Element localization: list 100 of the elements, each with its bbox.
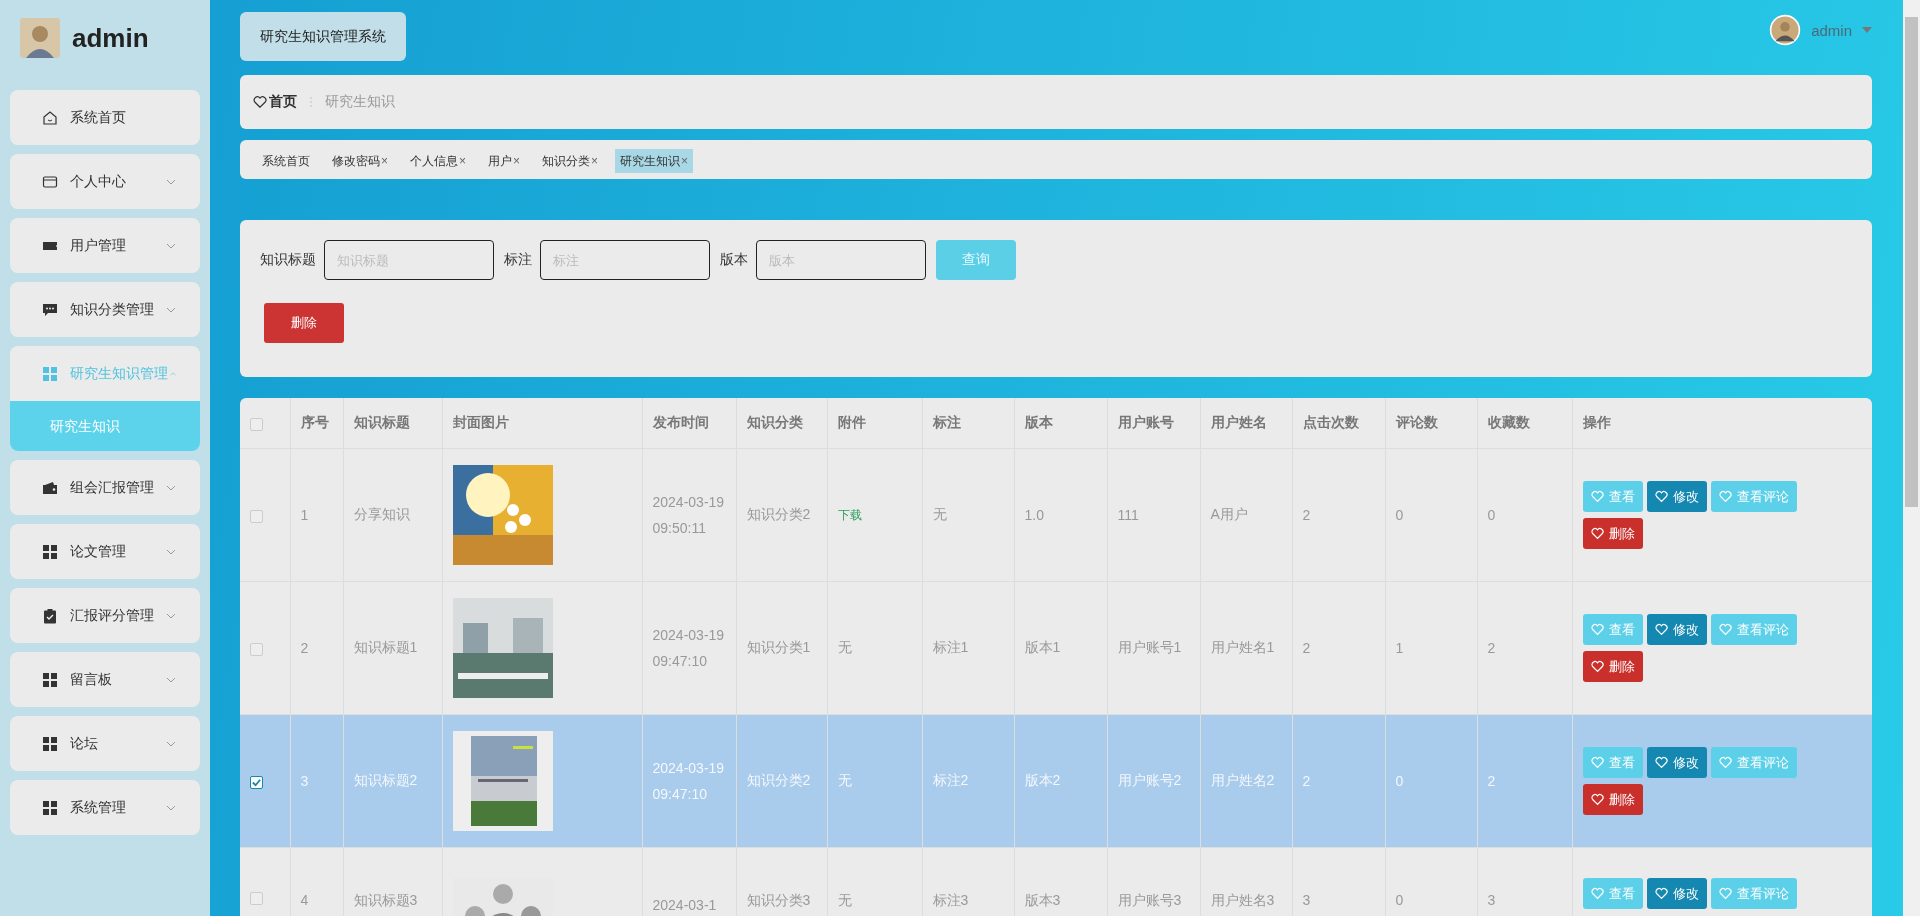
table-cell: 1.0 — [1024, 507, 1044, 523]
column-header: 序号 — [300, 414, 329, 430]
close-icon[interactable]: × — [459, 154, 467, 168]
sidebar-item[interactable]: 系统管理 — [10, 780, 200, 835]
table-cell: 111 — [1117, 507, 1139, 523]
sidebar-item[interactable]: 用户管理 — [10, 218, 200, 273]
checkbox[interactable] — [250, 642, 263, 656]
table-cell: 2 — [1302, 773, 1311, 789]
table-cell: 用户姓名2 — [1210, 772, 1275, 788]
column-header: 点击次数 — [1302, 414, 1359, 430]
grid-icon — [42, 735, 58, 752]
checkbox[interactable] — [250, 509, 263, 523]
checkbox[interactable] — [250, 892, 263, 905]
checkbox[interactable] — [250, 775, 263, 789]
sidebar-item[interactable]: 知识分类管理 — [10, 282, 200, 337]
close-icon[interactable]: × — [681, 154, 689, 168]
table-cell: 2 — [1302, 507, 1311, 523]
heart-icon — [1654, 623, 1668, 636]
table-cell: 分享知识 — [353, 506, 410, 522]
delete-button[interactable]: 删除 — [1582, 784, 1643, 815]
wallet-icon — [42, 479, 58, 496]
close-icon[interactable]: × — [591, 154, 599, 168]
table-cell: 2 — [1487, 640, 1496, 656]
table-cell: 知识标题2 — [353, 772, 418, 788]
table-cell-text: 标注3 — [932, 891, 969, 910]
column-header: 用户姓名 — [1210, 414, 1267, 430]
scrollbar[interactable] — [1903, 0, 1920, 916]
table-cell-text: 2024-03-19 09:47:10 — [652, 759, 725, 804]
heart-icon — [1654, 887, 1668, 900]
grid-icon — [42, 671, 58, 688]
checkbox[interactable] — [250, 417, 263, 431]
table-cell: 知识分类2 — [746, 772, 811, 788]
edit-button[interactable]: 修改 — [1646, 614, 1707, 645]
table-cell-text: 无 — [837, 891, 852, 910]
chevron-down-icon — [166, 676, 176, 683]
chevron-down-icon — [166, 804, 176, 811]
tab[interactable]: 研究生知识× — [615, 149, 694, 173]
tab[interactable]: 用户× — [483, 149, 526, 173]
table-cell-text: 2024-03-19 09:47:10 — [652, 626, 725, 671]
user-menu[interactable]: admin — [1811, 21, 1852, 39]
sidebar-item[interactable]: 系统首页 — [10, 90, 200, 145]
delete-button[interactable]: 删除 — [1582, 651, 1643, 682]
table-cell: 2 — [300, 640, 309, 656]
chevron-down-icon — [166, 548, 176, 555]
heart-icon — [1590, 527, 1604, 540]
delete-button[interactable]: 删除 — [1582, 518, 1643, 549]
tab[interactable]: 修改密码× — [327, 149, 393, 173]
delete-button[interactable]: 删除 — [264, 303, 344, 343]
column-header: 附件 — [837, 414, 866, 430]
table-cell: A用户 — [1210, 506, 1248, 522]
heart-icon — [1718, 756, 1732, 769]
column-header: 评论数 — [1395, 414, 1438, 430]
heart-icon — [1590, 793, 1604, 806]
tab[interactable]: 知识分类× — [537, 149, 604, 173]
chevron-down-icon — [166, 242, 176, 249]
table-cell-text: 用户姓名3 — [1210, 891, 1275, 910]
sidebar-item[interactable]: 个人中心 — [10, 154, 200, 209]
edit-button[interactable]: 修改 — [1646, 747, 1707, 778]
close-icon[interactable]: × — [381, 154, 388, 168]
table-cell: 知识分类2 — [746, 506, 811, 522]
card-icon — [42, 173, 58, 190]
heart-icon — [1654, 490, 1668, 503]
table-cell: 版本2 — [1024, 772, 1061, 788]
username: admin — [72, 22, 149, 54]
sidebar-item[interactable]: 组会汇报管理 — [10, 460, 200, 515]
column-header: 标注 — [932, 414, 961, 430]
chevron-down-icon — [166, 484, 176, 491]
tab[interactable]: 个人信息× — [405, 149, 472, 173]
table-cell: 无 — [837, 772, 852, 788]
table-cell: 版本1 — [1024, 639, 1061, 655]
sidebar-item[interactable]: 论坛 — [10, 716, 200, 771]
sidebar-item[interactable]: 留言板 — [10, 652, 200, 707]
table-cell: 无 — [837, 639, 852, 655]
breadcrumb-link[interactable]: 首页 — [269, 93, 297, 111]
download-link[interactable]: 下载 — [837, 508, 862, 522]
table-cell: 2 — [1302, 640, 1311, 656]
chevron-down-icon — [166, 306, 176, 313]
heart-icon — [1654, 756, 1668, 769]
tab[interactable]: 系统首页 — [257, 149, 315, 173]
sidebar-item[interactable]: 汇报评分管理 — [10, 588, 200, 643]
table-cell: 3 — [300, 773, 309, 789]
table-cell-text: 3 — [1302, 891, 1311, 908]
breadcrumb-current: 研究生知识 — [325, 93, 395, 111]
edit-button[interactable]: 修改 — [1646, 878, 1707, 909]
table-cell: 用户姓名1 — [1210, 639, 1275, 655]
grid-icon — [42, 543, 58, 560]
table-cell: 0 — [1395, 773, 1404, 789]
sidebar-item[interactable]: 论文管理 — [10, 524, 200, 579]
column-header: 用户账号 — [1117, 414, 1174, 430]
avatar — [1769, 14, 1802, 46]
caret-icon — [1862, 27, 1872, 33]
close-icon[interactable]: × — [513, 154, 521, 168]
heart-icon — [1590, 887, 1604, 900]
system-title: 研究生知识管理系统 — [240, 12, 406, 61]
column-header: 收藏数 — [1487, 414, 1530, 430]
table-cell: 2 — [1487, 773, 1496, 789]
table-cell: 1 — [300, 507, 309, 523]
chevron-down-icon — [166, 178, 176, 185]
heart-icon — [1718, 490, 1732, 503]
edit-button[interactable]: 修改 — [1646, 481, 1707, 512]
